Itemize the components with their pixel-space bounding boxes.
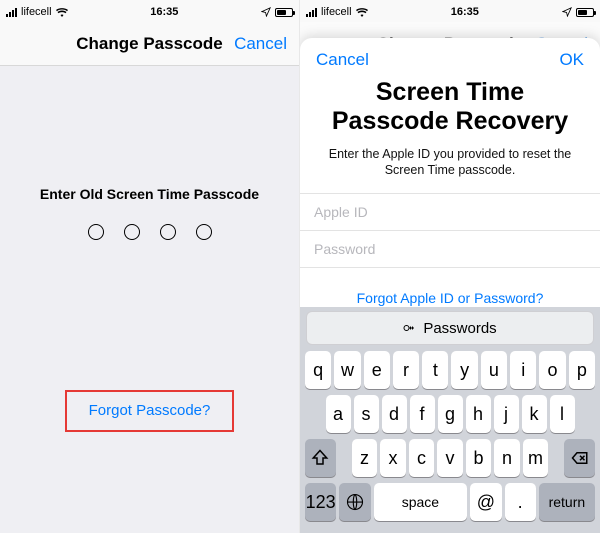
- letter-key-d[interactable]: d: [382, 395, 407, 433]
- shift-icon: [311, 449, 329, 467]
- cell-signal-icon: [306, 8, 317, 17]
- backspace-key[interactable]: [564, 439, 595, 477]
- sheet-title-line2: Passcode Recovery: [332, 107, 568, 135]
- numbers-key[interactable]: 123: [305, 483, 336, 521]
- letter-key-h[interactable]: h: [466, 395, 491, 433]
- return-key[interactable]: return: [539, 483, 595, 521]
- keyboard: Passwords qwertyuiop asdfghjkl zxcvbnm: [300, 307, 600, 533]
- letter-key-c[interactable]: c: [409, 439, 434, 477]
- phone-right-recovery: lifecell 16:35 Change Passcode Cancel Ca…: [300, 0, 600, 533]
- letter-key-p[interactable]: p: [569, 351, 595, 389]
- clock: 16:35: [150, 6, 178, 18]
- forgot-passcode-highlight: Forgot Passcode?: [65, 390, 235, 432]
- letter-key-i[interactable]: i: [510, 351, 536, 389]
- carrier-label: lifecell: [21, 6, 52, 18]
- letter-key-n[interactable]: n: [494, 439, 519, 477]
- passcode-body: Enter Old Screen Time Passcode Forgot Pa…: [0, 66, 299, 533]
- sheet-subtitle: Enter the Apple ID you provided to reset…: [300, 146, 600, 194]
- letter-key-w[interactable]: w: [334, 351, 360, 389]
- apple-id-field[interactable]: Apple ID: [300, 193, 600, 231]
- keyboard-row-3: zxcvbnm: [303, 439, 597, 477]
- key-icon: [403, 322, 415, 334]
- password-field[interactable]: Password: [300, 231, 600, 268]
- sheet-ok-button[interactable]: OK: [559, 50, 584, 70]
- letter-key-u[interactable]: u: [481, 351, 507, 389]
- letter-key-z[interactable]: z: [352, 439, 377, 477]
- status-bar: lifecell 16:35: [300, 0, 600, 22]
- sheet-title-line1: Screen Time: [376, 78, 524, 106]
- passwords-bar[interactable]: Passwords: [306, 311, 594, 345]
- keyboard-row-1: qwertyuiop: [303, 351, 597, 389]
- clock: 16:35: [451, 6, 479, 18]
- battery-icon: [275, 8, 293, 17]
- nav-title: Change Passcode: [76, 34, 222, 54]
- location-icon: [261, 7, 271, 17]
- letter-key-o[interactable]: o: [539, 351, 565, 389]
- forgot-passcode-link[interactable]: Forgot Passcode?: [89, 402, 211, 419]
- nav-bar: Change Passcode Cancel: [0, 22, 299, 66]
- passcode-dot: [196, 224, 212, 240]
- forgot-apple-id-link[interactable]: Forgot Apple ID or Password?: [300, 290, 600, 306]
- letter-key-k[interactable]: k: [522, 395, 547, 433]
- at-key[interactable]: @: [470, 483, 501, 521]
- letter-key-r[interactable]: r: [393, 351, 419, 389]
- letter-key-v[interactable]: v: [437, 439, 462, 477]
- space-key[interactable]: space: [374, 483, 468, 521]
- passcode-dot: [124, 224, 140, 240]
- letter-key-f[interactable]: f: [410, 395, 435, 433]
- carrier-label: lifecell: [321, 6, 352, 18]
- letter-key-y[interactable]: y: [451, 351, 477, 389]
- globe-icon: [346, 493, 364, 511]
- status-bar: lifecell 16:35: [0, 0, 299, 22]
- letter-key-x[interactable]: x: [380, 439, 405, 477]
- keyboard-row-4: 123 space @ . return: [303, 483, 597, 521]
- letter-key-q[interactable]: q: [305, 351, 331, 389]
- phone-left-change-passcode: lifecell 16:35 Change Passcode Cancel En…: [0, 0, 300, 533]
- recovery-sheet: Cancel OK Screen Time Passcode Recovery …: [300, 38, 600, 533]
- wifi-icon: [56, 8, 68, 17]
- sheet-title: Screen Time Passcode Recovery: [300, 78, 600, 146]
- letter-key-m[interactable]: m: [523, 439, 548, 477]
- backspace-icon: [571, 449, 589, 467]
- passcode-dots[interactable]: [88, 224, 212, 240]
- letter-key-l[interactable]: l: [550, 395, 575, 433]
- letter-key-b[interactable]: b: [466, 439, 491, 477]
- location-icon: [562, 7, 572, 17]
- passcode-dot: [88, 224, 104, 240]
- cell-signal-icon: [6, 8, 17, 17]
- cancel-button[interactable]: Cancel: [234, 34, 287, 54]
- keyboard-row-2: asdfghjkl: [303, 395, 597, 433]
- shift-key[interactable]: [305, 439, 336, 477]
- wifi-icon: [356, 8, 368, 17]
- letter-key-j[interactable]: j: [494, 395, 519, 433]
- letter-key-e[interactable]: e: [364, 351, 390, 389]
- globe-key[interactable]: [339, 483, 370, 521]
- passcode-dot: [160, 224, 176, 240]
- battery-icon: [576, 8, 594, 17]
- dot-key[interactable]: .: [505, 483, 536, 521]
- sheet-cancel-button[interactable]: Cancel: [316, 50, 369, 70]
- letter-key-s[interactable]: s: [354, 395, 379, 433]
- letter-key-g[interactable]: g: [438, 395, 463, 433]
- letter-key-a[interactable]: a: [326, 395, 351, 433]
- letter-key-t[interactable]: t: [422, 351, 448, 389]
- passcode-prompt: Enter Old Screen Time Passcode: [40, 186, 259, 202]
- passwords-label: Passwords: [423, 320, 496, 337]
